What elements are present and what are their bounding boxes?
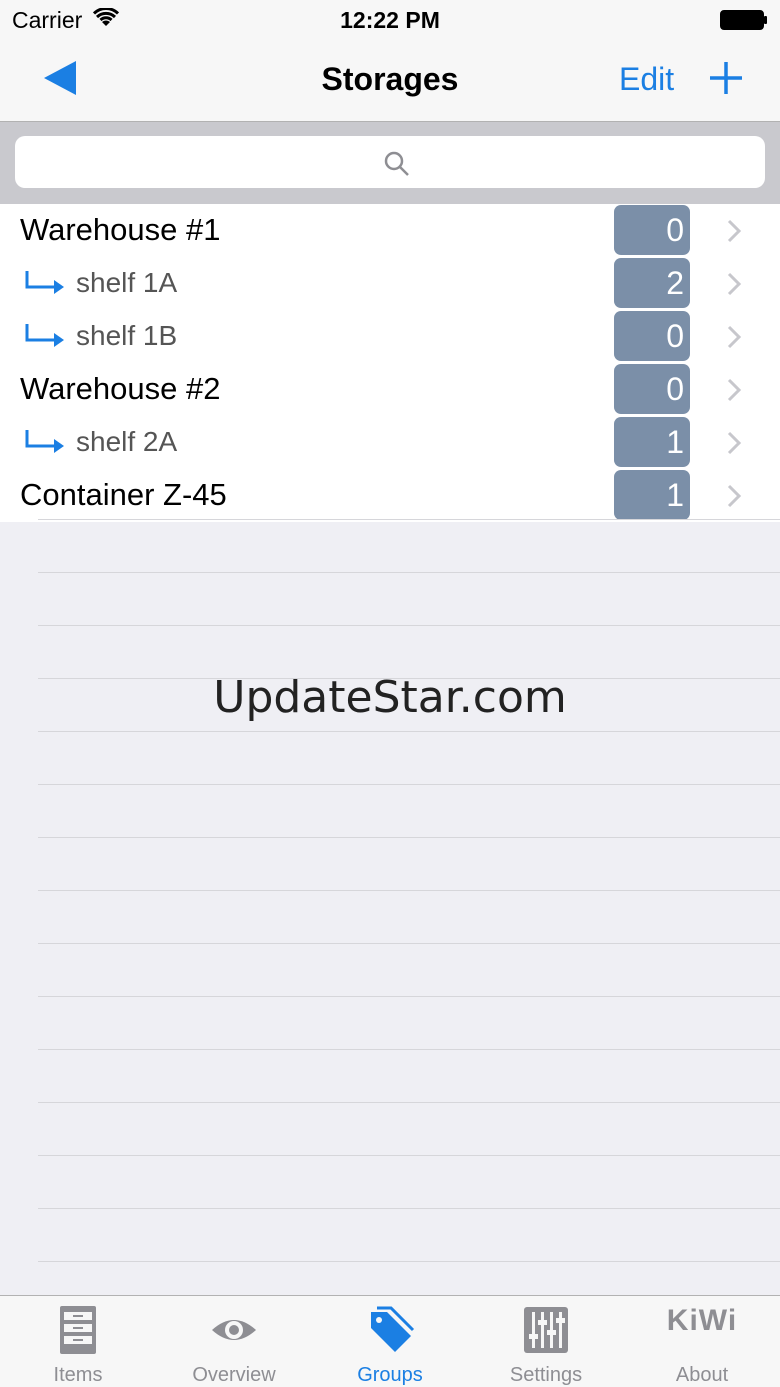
empty-table-area <box>0 519 780 1295</box>
storage-row-warehouse-1[interactable]: Warehouse #1 0 <box>0 204 780 258</box>
sub-item-arrow-icon <box>25 271 64 294</box>
top-bar: Carrier 12:22 PM Storages Edit <box>0 0 780 122</box>
tab-about[interactable]: KiWi About <box>624 1296 780 1387</box>
kiwi-logo: KiWi <box>666 1304 738 1337</box>
battery-icon <box>720 10 767 30</box>
tab-label: Settings <box>509 1364 583 1386</box>
storage-row-container-z45[interactable]: Container Z-45 1 <box>0 469 780 522</box>
tab-label: Groups <box>357 1364 423 1386</box>
storage-list: Warehouse #1 0 shelf 1A 2 shelf 1B 0 War… <box>0 204 780 522</box>
count-badge: 1 <box>614 417 690 467</box>
tab-settings[interactable]: Settings <box>468 1296 624 1387</box>
empty-row-separator <box>38 1102 780 1103</box>
tab-bar: Items Overview Groups Settings KiWi Abou… <box>0 1295 780 1387</box>
row-title: Warehouse #1 <box>20 212 221 247</box>
row-title: shelf 1A <box>76 267 178 298</box>
chevron-right-icon <box>727 272 742 296</box>
storage-row-shelf-1b[interactable]: shelf 1B 0 <box>0 310 780 364</box>
storage-row-shelf-2a[interactable]: shelf 2A 1 <box>0 416 780 470</box>
count-badge: 0 <box>614 311 690 361</box>
tab-groups[interactable]: Groups <box>312 1296 468 1387</box>
count-badge: 1 <box>614 470 690 520</box>
chevron-right-icon <box>727 431 742 455</box>
empty-row-separator <box>38 784 780 785</box>
tag-icon <box>371 1306 415 1352</box>
empty-row-separator <box>38 837 780 838</box>
tab-label: Items <box>53 1364 103 1386</box>
row-title: shelf 2A <box>76 426 178 457</box>
row-title: Container Z-45 <box>20 477 227 512</box>
sliders-icon <box>524 1307 568 1353</box>
empty-row-separator <box>38 678 780 679</box>
count-badge: 0 <box>614 205 690 255</box>
tab-label: About <box>675 1364 729 1386</box>
empty-row-separator <box>38 1208 780 1209</box>
count-badge: 2 <box>614 258 690 308</box>
empty-row-separator <box>38 625 780 626</box>
storage-row-warehouse-2[interactable]: Warehouse #2 0 <box>0 363 780 417</box>
edit-button[interactable]: Edit <box>619 61 674 98</box>
chevron-right-icon <box>727 484 742 508</box>
empty-row-separator <box>38 1155 780 1156</box>
empty-row-separator <box>38 890 780 891</box>
row-title: Warehouse #2 <box>20 371 221 406</box>
empty-row-separator <box>38 1261 780 1262</box>
empty-row-separator <box>38 996 780 997</box>
tab-label: Overview <box>192 1364 276 1386</box>
sub-item-arrow-icon <box>25 430 64 453</box>
count-badge: 0 <box>614 364 690 414</box>
empty-row-separator <box>38 519 780 520</box>
search-input[interactable] <box>15 136 765 188</box>
storage-row-shelf-1a[interactable]: shelf 1A 2 <box>0 257 780 311</box>
search-bar <box>0 122 780 204</box>
search-icon <box>384 151 409 176</box>
chevron-right-icon <box>727 325 742 349</box>
chevron-right-icon <box>727 378 742 402</box>
empty-row-separator <box>38 572 780 573</box>
sub-item-arrow-icon <box>25 324 64 347</box>
add-icon[interactable] <box>706 58 746 98</box>
clock: 12:22 PM <box>340 7 440 33</box>
empty-row-separator <box>38 1049 780 1050</box>
tab-overview[interactable]: Overview <box>156 1296 312 1387</box>
back-arrow-icon[interactable] <box>40 58 80 98</box>
status-bar: Carrier 12:22 PM <box>0 0 780 40</box>
empty-row-separator <box>38 943 780 944</box>
navigation-bar: Storages Edit <box>0 40 780 122</box>
empty-row-separator <box>38 731 780 732</box>
cabinet-icon <box>60 1306 96 1354</box>
chevron-right-icon <box>727 219 742 243</box>
eye-icon <box>212 1320 256 1340</box>
row-title: shelf 1B <box>76 320 178 351</box>
tab-items[interactable]: Items <box>0 1296 156 1387</box>
